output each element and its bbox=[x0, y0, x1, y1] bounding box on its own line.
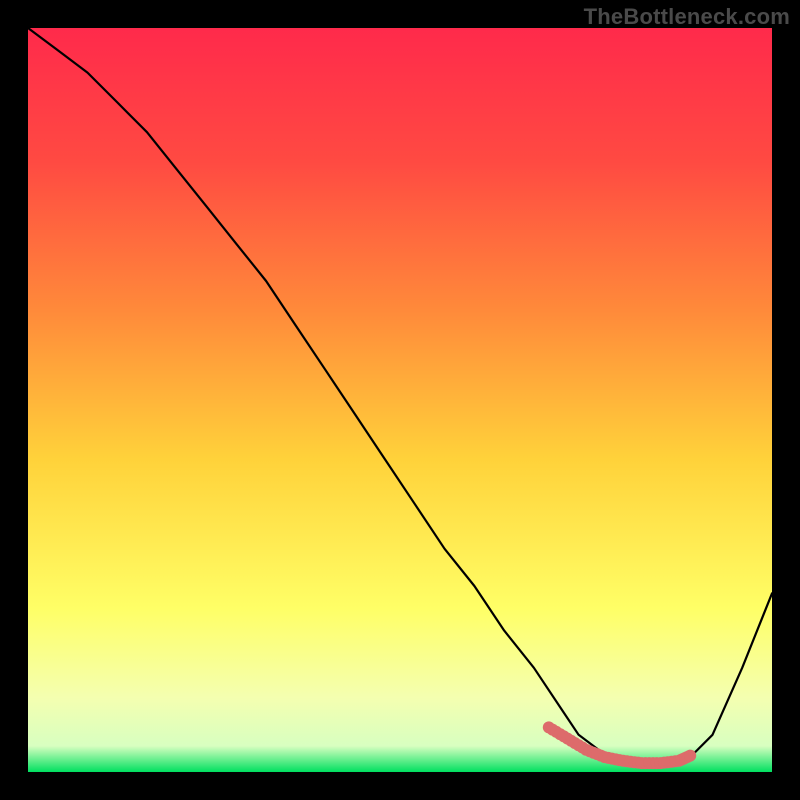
highlight-dot bbox=[684, 750, 696, 762]
chart-frame: TheBottleneck.com bbox=[0, 0, 800, 800]
gradient-rect bbox=[28, 28, 772, 772]
watermark-text: TheBottleneck.com bbox=[584, 4, 790, 30]
plot-area bbox=[28, 28, 772, 772]
chart-svg bbox=[28, 28, 772, 772]
